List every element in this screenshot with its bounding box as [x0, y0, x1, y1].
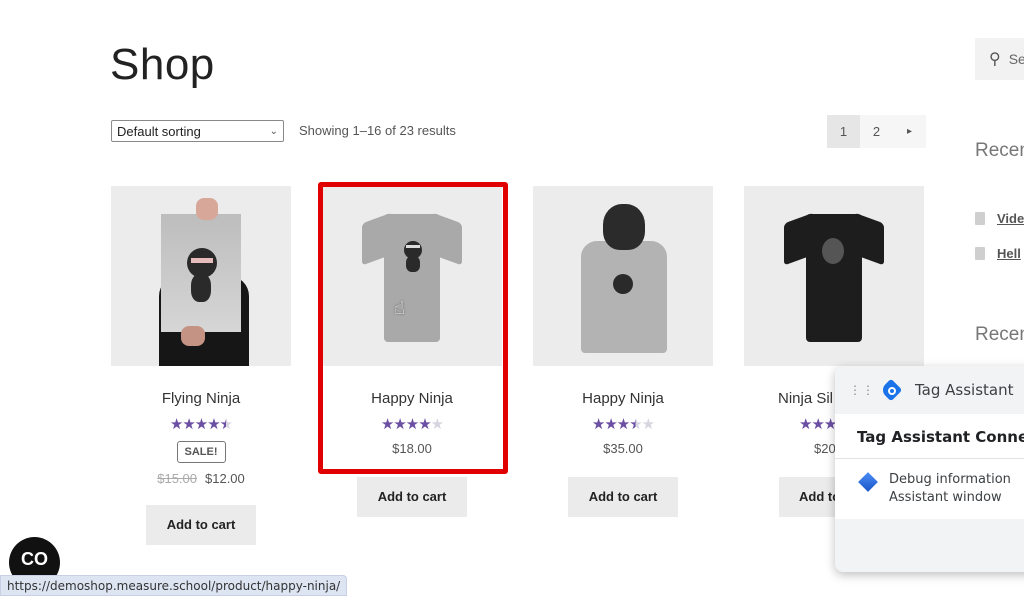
- star-icon: ★: [811, 416, 824, 433]
- tag-assistant-panel: ⋮⋮ Tag Assistant Tag Assistant Connec De…: [835, 366, 1024, 572]
- star-icon: ★: [169, 416, 183, 433]
- hoodie-graphic: [581, 241, 667, 353]
- product-price: $18.00: [392, 441, 432, 456]
- debug-info-row: Debug information Assistant window: [835, 459, 1024, 519]
- star-icon: ★: [604, 416, 617, 433]
- product-image-tshirt[interactable]: ☝: [322, 186, 502, 366]
- drag-handle-icon[interactable]: ⋮⋮: [849, 384, 874, 396]
- ninja-figure: [613, 274, 633, 294]
- star-icon: ★: [219, 416, 233, 433]
- sort-select[interactable]: Default sorting ⌄: [111, 120, 284, 142]
- debug-info-line: Debug information: [889, 472, 1011, 487]
- sidebar-link[interactable]: Vide: [975, 211, 1024, 226]
- document-icon: [975, 247, 985, 260]
- product-card: ☝ Happy Ninja ★★★★★ $18.00 Add to cart: [322, 186, 502, 517]
- status-bar-url: https://demoshop.measure.school/product/…: [0, 575, 348, 596]
- search-icon: ⚲: [989, 51, 1001, 68]
- star-rating: ★★★★★: [111, 415, 291, 433]
- star-icon: ★: [799, 416, 812, 433]
- ninja-band: [406, 245, 420, 248]
- product-image-black-tshirt[interactable]: [744, 186, 924, 366]
- ninja-body: [191, 274, 211, 302]
- tag-assistant-header[interactable]: ⋮⋮ Tag Assistant: [835, 366, 1024, 414]
- star-rating: ★★★★★: [322, 415, 502, 433]
- page-title: Shop: [110, 40, 215, 89]
- tag-assistant-title: Tag Assistant: [915, 381, 1014, 399]
- ninja-band: [191, 258, 213, 263]
- star-icon: ★: [194, 416, 208, 433]
- page-2-button[interactable]: 2: [860, 115, 893, 148]
- star-icon: ★: [182, 416, 195, 433]
- search-placeholder: Se: [1008, 51, 1024, 67]
- product-name[interactable]: Flying Ninja: [111, 390, 291, 407]
- star-icon: ★: [380, 416, 394, 433]
- ninja-body: [406, 256, 420, 272]
- pagination: 1 2 ▸: [827, 115, 926, 148]
- product-price: $15.00 $12.00: [111, 471, 291, 486]
- star-icon: ★: [418, 416, 431, 433]
- star-icon: ★: [641, 416, 655, 433]
- product-image-hoodie[interactable]: [533, 186, 713, 366]
- tshirt-graphic: [362, 206, 462, 346]
- sidebar-heading-recent-comments: Recen: [975, 324, 1024, 345]
- product-name[interactable]: Happy Ninja: [533, 390, 713, 407]
- tag-assistant-icon: [879, 378, 903, 402]
- star-icon: ★: [629, 416, 642, 433]
- result-count: Showing 1–16 of 23 results: [299, 123, 456, 138]
- product-price: $35.00: [603, 441, 643, 456]
- diamond-icon: [858, 472, 878, 492]
- ninja-silhouette: [822, 238, 844, 264]
- star-rating: ★★★★★: [533, 415, 713, 433]
- pointer-cursor-icon: ☝: [394, 298, 405, 318]
- add-to-cart-button[interactable]: Add to cart: [146, 505, 256, 545]
- sidebar-link[interactable]: Hell: [975, 246, 1021, 261]
- product-card: Flying Ninja ★★★★★ SALE! $15.00 $12.00 Ad…: [111, 186, 291, 545]
- tag-assistant-connected-heading: Tag Assistant Connec: [835, 414, 1024, 459]
- tshirt-graphic: [784, 206, 884, 346]
- hand: [181, 326, 205, 346]
- star-icon: ★: [616, 416, 630, 433]
- original-price: $15.00: [157, 471, 197, 486]
- next-page-icon[interactable]: ▸: [893, 115, 926, 148]
- sale-badge: SALE!: [176, 441, 226, 463]
- debug-info-line: Assistant window: [889, 490, 1002, 505]
- star-icon: ★: [393, 416, 406, 433]
- product-card: Happy Ninja ★★★★★ $35.00 Add to cart: [533, 186, 713, 517]
- chevron-down-icon: ⌄: [269, 125, 278, 137]
- sidebar-search-input[interactable]: ⚲ Se: [975, 38, 1024, 80]
- product-image-poster[interactable]: [111, 186, 291, 366]
- add-to-cart-button[interactable]: Add to cart: [568, 477, 678, 517]
- star-icon: ★: [591, 416, 605, 433]
- document-icon: [975, 212, 985, 225]
- star-icon: ★: [405, 416, 419, 433]
- page-1-button[interactable]: 1: [827, 115, 860, 148]
- star-icon: ★: [430, 416, 444, 433]
- sale-price: $12.00: [205, 471, 245, 486]
- add-to-cart-button[interactable]: Add to cart: [357, 477, 467, 517]
- star-icon: ★: [207, 416, 220, 433]
- sidebar-heading-recent-posts: Recen: [975, 140, 1024, 161]
- hand: [196, 198, 218, 220]
- hoodie-hood: [603, 204, 645, 250]
- tag-assistant-footer: [835, 519, 1024, 569]
- product-name[interactable]: Happy Ninja: [322, 390, 502, 407]
- sort-selected-value: Default sorting: [117, 123, 201, 139]
